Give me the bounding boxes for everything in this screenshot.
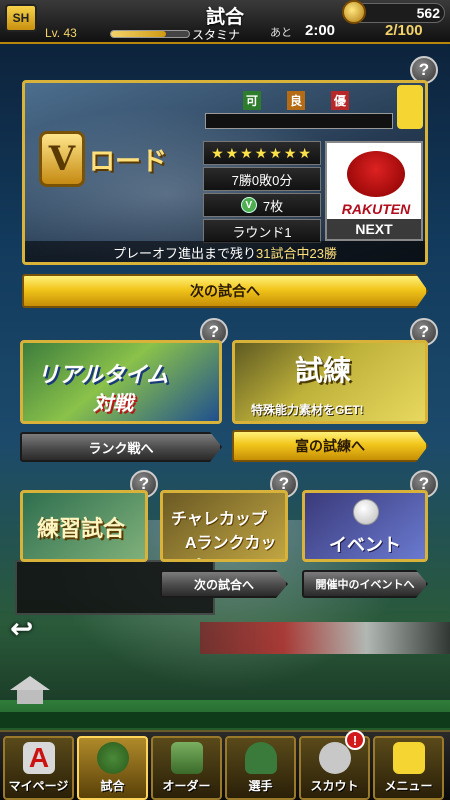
stamina-label: スタミナ — [192, 28, 241, 42]
notification-badge: ! — [345, 730, 365, 750]
vroad-title: ロード — [89, 146, 168, 176]
exp-bar — [110, 30, 190, 38]
playoff-progress-prefix: プレーオフ進出まで残り — [113, 245, 257, 261]
round-text: ラウンド1 — [232, 224, 292, 240]
stars-row: ★★★★★★★ — [203, 141, 321, 165]
nav-scout-label: スカウト — [310, 779, 359, 793]
top-bar: SH 試合 562 Lv. 43 スタミナ あと 2:00 2/100 — [0, 0, 450, 44]
next-match-button[interactable]: 次の試合へ — [22, 274, 428, 308]
challenge-cup-banner[interactable]: チャレカップ Aランクカップ — [160, 490, 288, 562]
flag-ka: 可 — [243, 91, 262, 110]
event-button[interactable]: 開催中のイベントへ — [302, 570, 428, 598]
flag-yu: 優 — [331, 91, 350, 110]
nav-menu[interactable]: メニュー — [373, 736, 444, 800]
baseball-icon — [353, 499, 379, 525]
rank-progress-bar — [205, 113, 393, 129]
recovery-time: 2:00 — [305, 22, 336, 39]
challenge-subtitle: Aランクカップ — [185, 535, 277, 552]
nav-mypage-label: マイページ — [8, 779, 69, 793]
mypage-icon: A — [23, 742, 55, 774]
stamina-value: 2/100 — [385, 22, 423, 39]
nav-order[interactable]: オーダー — [151, 736, 222, 800]
nav-match-label: 試合 — [100, 779, 125, 793]
order-field-icon — [171, 742, 203, 774]
star-rating: ★★★★★★★ — [211, 144, 313, 161]
page-title: 試合 — [205, 7, 244, 28]
home-icon[interactable] — [10, 676, 50, 706]
nav-scout[interactable]: ! スカウト — [299, 730, 370, 800]
round-row: ラウンド1 — [203, 219, 321, 243]
trial-subtitle: 特殊能力素材をGET! — [251, 403, 364, 417]
medal-count: 7枚 — [262, 198, 284, 214]
playoff-progress-count: 31試合中23勝 — [256, 245, 337, 261]
eagles-logo-icon — [347, 151, 405, 197]
menu-mascot-icon — [393, 742, 425, 774]
bottom-nav: A マイページ 試合 オーダー 選手 ! スカウト メニュー — [0, 730, 450, 800]
vroad-stats: ★★★★★★★ 7勝0敗0分 V 7枚 ラウンド1 — [203, 141, 321, 245]
playoff-progress: プレーオフ進出まで残り 31試合中23勝 — [25, 241, 425, 262]
baseball-diamond-icon — [97, 742, 129, 774]
rank-battle-button[interactable]: ランク戦へ — [20, 432, 222, 462]
nav-player-label: 選手 — [248, 779, 273, 793]
record-text: 7勝0敗0分 — [231, 172, 293, 188]
v-emblem-icon: V — [39, 131, 85, 187]
rank-flags: 可 良 優 — [243, 91, 350, 110]
player-level: Lv. 43 — [45, 26, 77, 40]
realtime-subtitle: 対戦 — [93, 393, 133, 415]
opponent-team: RAKUTEN EAGLES NEXT — [325, 141, 423, 241]
next-badge: NEXT — [327, 219, 421, 239]
nav-order-label: オーダー — [162, 779, 211, 793]
event-title: イベント — [329, 535, 401, 555]
medal-row: V 7枚 — [203, 193, 321, 217]
player-icon — [245, 742, 277, 774]
v-medal-icon: V — [240, 197, 257, 213]
advertising-boards — [200, 622, 450, 654]
trial-title: 試練 — [295, 355, 352, 386]
realtime-title: リアルタイム — [37, 362, 169, 387]
record-row: 7勝0敗0分 — [203, 167, 321, 191]
home-body — [17, 690, 43, 704]
trial-banner[interactable]: 試練 特殊能力素材をGET! — [232, 340, 428, 424]
flag-ryo: 良 — [287, 91, 306, 110]
sponsor-row — [0, 712, 450, 728]
vroad-panel[interactable]: V ロード 可 良 優 ★★★★★★★ 7勝0敗0分 V 7枚 ラウンド1 RAK… — [22, 80, 428, 265]
practice-title: 練習試合 — [37, 516, 126, 541]
event-banner[interactable]: イベント — [302, 490, 428, 562]
coin-icon — [342, 0, 366, 24]
challenge-title: チャレカップ — [171, 511, 267, 528]
recovery-label: あと — [270, 27, 292, 39]
next-match-small-button[interactable]: 次の試合へ — [160, 570, 288, 598]
realtime-battle-banner[interactable]: リアルタイム 対戦 — [20, 340, 222, 424]
mascot-icon — [397, 85, 423, 129]
nav-menu-label: メニュー — [384, 779, 433, 793]
home-roof — [10, 676, 50, 690]
practice-match-banner[interactable]: 練習試合 — [20, 490, 148, 562]
trial-button[interactable]: 富の試練へ — [232, 430, 428, 462]
nav-match[interactable]: 試合 — [77, 736, 148, 800]
team-logo-icon: SH — [5, 4, 37, 32]
nav-player[interactable]: 選手 — [225, 736, 296, 800]
scout-medal-icon — [319, 742, 351, 774]
currency-value: 562 — [416, 5, 440, 21]
nav-mypage[interactable]: A マイページ — [3, 736, 74, 800]
back-arrow-icon[interactable]: ↩ — [10, 612, 42, 645]
